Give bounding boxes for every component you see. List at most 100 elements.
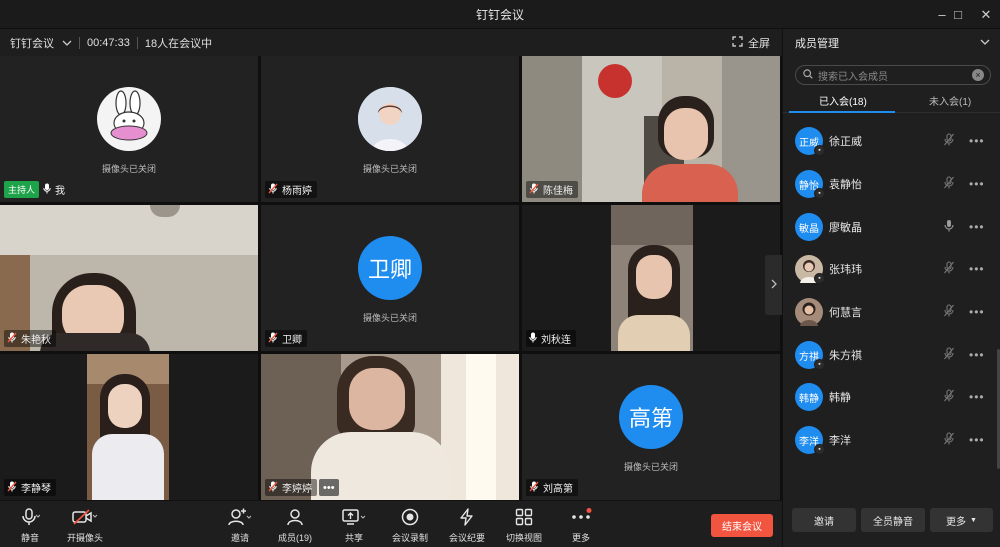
member-more-button[interactable]: •••: [969, 220, 985, 234]
video-tile[interactable]: 卫卿 摄像头已关闭 卫卿: [261, 205, 519, 351]
participant-name: 李静琴: [21, 484, 51, 495]
attendee-count: 18人在会议中: [144, 37, 213, 50]
video-tile[interactable]: 摄像头已关闭 杨雨婷: [261, 56, 519, 202]
mic-muted-icon[interactable]: [943, 432, 955, 448]
mute-all-button[interactable]: 全员静音: [861, 508, 925, 532]
member-more-button[interactable]: •••: [969, 348, 985, 362]
video-tile[interactable]: 李婷婷 •••: [261, 354, 519, 500]
meeting-window: 钉钉会议 – □ ✕ 钉钉会议 00:47:33 18人在会议中 全屏 摄像头已…: [0, 0, 1000, 547]
title-bar: 钉钉会议 – □ ✕: [0, 0, 1000, 29]
member-row[interactable]: 敏晶 廖敏晶 •••: [783, 209, 1000, 245]
tile-more-button[interactable]: •••: [319, 479, 339, 496]
member-more-button[interactable]: •••: [969, 134, 985, 148]
device-icon: ▪: [814, 188, 825, 199]
mic-muted-icon[interactable]: [943, 304, 955, 320]
meeting-info-bar: 钉钉会议 00:47:33 18人在会议中 全屏: [0, 29, 782, 56]
participant-name: 刘秋连: [541, 335, 571, 346]
close-button[interactable]: ✕: [970, 0, 1000, 29]
fullscreen-button[interactable]: 全屏: [732, 29, 770, 56]
mic-icon: [529, 332, 537, 346]
member-more-button[interactable]: •••: [969, 177, 985, 191]
member-avatar: 静怡 ▪: [795, 170, 825, 199]
panel-more-button[interactable]: 更多 ▼: [930, 508, 993, 532]
participant-name: 李婷婷: [282, 484, 312, 495]
member-panel: 成员管理 搜索已入会成员 × 已入会(18) 未入会(1) 正威 ▪ 徐正威 ••…: [782, 29, 1000, 547]
mic-muted-icon: [529, 481, 539, 495]
meeting-name[interactable]: 钉钉会议: [10, 35, 54, 51]
member-more-button[interactable]: •••: [969, 433, 985, 447]
mic-muted-icon: [268, 183, 278, 197]
camera-button[interactable]: 开摄像头: [55, 507, 115, 544]
member-row[interactable]: 李洋 ▪ 李洋 •••: [783, 422, 1000, 458]
minutes-button[interactable]: 会议纪要: [437, 507, 497, 544]
tile-label: 朱艳秋: [4, 330, 56, 347]
video-tile[interactable]: 刘秋连: [522, 205, 780, 351]
member-name: 廖敏晶: [829, 222, 862, 234]
video-tile[interactable]: 陈佳梅: [522, 56, 780, 202]
mute-button[interactable]: 静音: [0, 507, 60, 544]
member-more-button[interactable]: •••: [969, 305, 985, 319]
participant-name: 卫卿: [282, 335, 302, 346]
mic-icon: [20, 507, 40, 527]
mic-muted-icon: [268, 332, 278, 346]
tab-not-joined[interactable]: 未入会(1): [929, 93, 971, 108]
video-tile[interactable]: 高第 摄像头已关闭 刘高第: [522, 354, 780, 500]
mic-icon: [43, 183, 51, 197]
mic-muted-icon[interactable]: [943, 347, 955, 363]
member-row[interactable]: ▪ 张玮玮 •••: [783, 251, 1000, 287]
record-button[interactable]: 会议录制: [380, 507, 440, 544]
tile-label: 李婷婷: [265, 479, 317, 496]
camera-off-text: 摄像头已关闭: [362, 164, 417, 174]
mic-icon[interactable]: [943, 219, 955, 235]
mic-muted-icon[interactable]: [943, 261, 955, 277]
next-page-button[interactable]: [765, 255, 782, 315]
member-avatar: 方祺 ▪: [795, 341, 825, 370]
caret-down-icon: ▼: [970, 516, 977, 524]
member-row[interactable]: 韩静 韩静 •••: [783, 379, 1000, 415]
device-icon: ▪: [814, 444, 825, 455]
divider: [79, 36, 80, 49]
members-button[interactable]: 成员(19): [265, 507, 325, 544]
member-name: 袁静怡: [829, 179, 862, 191]
share-button[interactable]: 共享: [324, 507, 384, 544]
member-tabs: 已入会(18) 未入会(1): [783, 89, 1000, 113]
member-row[interactable]: 静怡 ▪ 袁静怡 •••: [783, 166, 1000, 202]
member-row[interactable]: 方祺 ▪ 朱方祺 •••: [783, 337, 1000, 373]
video-grid: 摄像头已关闭 主持人 我 摄像头已关闭 杨雨婷 陈佳梅 朱艳秋 卫卿 摄像头已关…: [0, 56, 782, 500]
end-meeting-button[interactable]: 结束会议: [711, 514, 773, 537]
invite-button[interactable]: 邀请: [210, 507, 270, 544]
tab-joined[interactable]: 已入会(18): [819, 93, 867, 108]
panel-title: 成员管理: [795, 38, 839, 50]
member-row[interactable]: 何慧言 •••: [783, 294, 1000, 330]
member-more-button[interactable]: •••: [969, 390, 985, 404]
video-tile[interactable]: 李静琴: [0, 354, 258, 500]
mic-muted-icon[interactable]: [943, 389, 955, 405]
member-more-button[interactable]: •••: [969, 262, 985, 276]
share-screen-icon: [342, 507, 366, 527]
camera-off-text: 摄像头已关闭: [623, 462, 678, 472]
switch-view-button[interactable]: 切换视图: [494, 507, 554, 544]
participant-name: 陈佳梅: [543, 186, 573, 197]
mic-muted-icon[interactable]: [943, 133, 955, 149]
more-button[interactable]: 更多: [551, 507, 611, 544]
member-name: 徐正威: [829, 136, 862, 148]
panel-invite-button[interactable]: 邀请: [792, 508, 856, 532]
clear-icon[interactable]: ×: [972, 69, 984, 81]
chevron-down-icon[interactable]: [62, 37, 72, 49]
member-avatar: [795, 298, 823, 326]
divider: [136, 36, 138, 49]
member-row[interactable]: 正威 ▪ 徐正威 •••: [783, 123, 1000, 159]
video-tile[interactable]: 朱艳秋: [0, 205, 258, 351]
members-label: 成员(19): [277, 533, 312, 543]
mic-muted-icon: [529, 183, 539, 197]
chevron-down-icon[interactable]: [980, 36, 990, 48]
mic-muted-icon: [268, 481, 278, 495]
member-search-input[interactable]: 搜索已入会成员 ×: [795, 65, 991, 85]
minutes-label: 会议纪要: [448, 533, 485, 543]
video-tile[interactable]: 摄像头已关闭 主持人 我: [0, 56, 258, 202]
record-label: 会议录制: [391, 533, 428, 543]
mic-muted-icon[interactable]: [943, 176, 955, 192]
avatar: 高第: [619, 385, 683, 449]
fullscreen-label: 全屏: [748, 37, 770, 50]
member-name: 何慧言: [829, 307, 862, 319]
